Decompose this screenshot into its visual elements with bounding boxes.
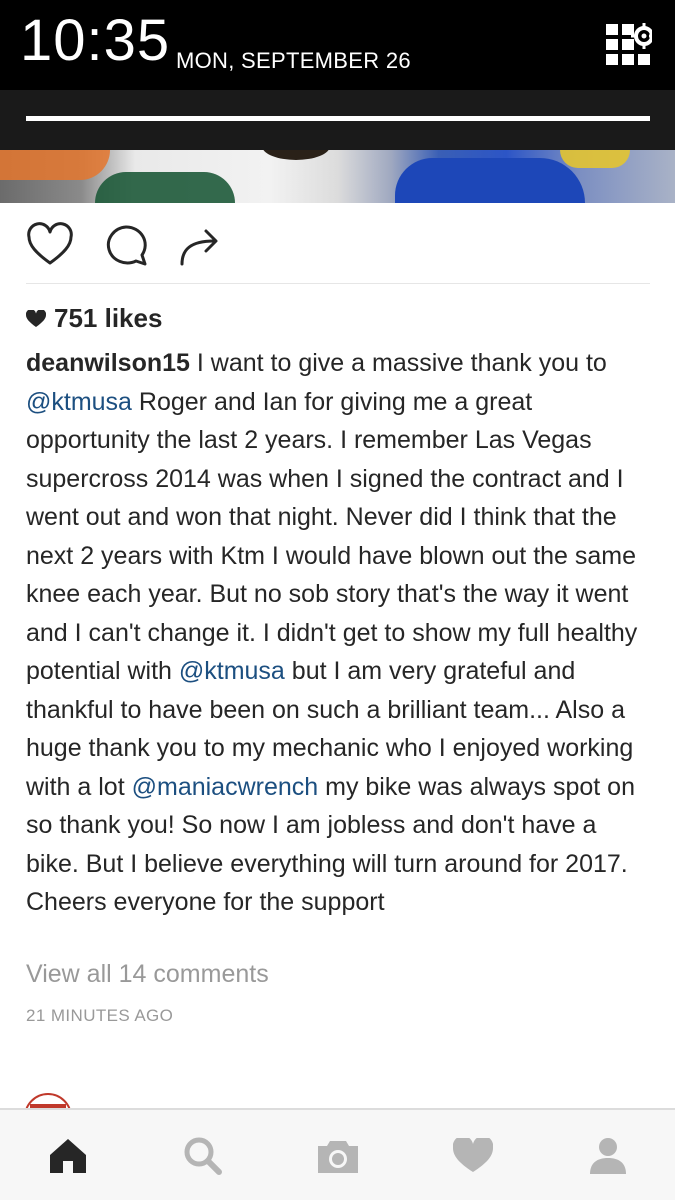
mention-link[interactable]: @ktmusa — [26, 388, 132, 416]
heart-filled-icon — [26, 309, 46, 327]
tab-camera[interactable] — [270, 1110, 405, 1200]
heart-icon — [452, 1138, 493, 1172]
tab-home[interactable] — [0, 1110, 135, 1200]
clock-date: MON, SEPTEMBER 26 — [176, 48, 411, 73]
clock-time: 10:35 — [20, 8, 171, 73]
post-photo[interactable] — [0, 150, 675, 203]
comment-bubble-icon[interactable] — [102, 222, 150, 270]
tab-profile[interactable] — [540, 1110, 675, 1200]
post-timestamp: 21 MINUTES AGO — [26, 1006, 174, 1025]
next-post-avatar[interactable] — [24, 1093, 72, 1109]
likes-label: 751 likes — [54, 303, 163, 333]
caption-text: Roger and Ian for giving me a great oppo… — [26, 387, 638, 686]
tab-search[interactable] — [135, 1110, 270, 1200]
post-caption: deanwilson15 I want to give a massive th… — [26, 344, 650, 922]
grid-gear-icon[interactable] — [604, 22, 652, 68]
camera-icon — [317, 1141, 358, 1173]
home-icon — [49, 1139, 86, 1173]
likes-count[interactable]: 751 likes — [26, 303, 162, 334]
avatar — [24, 1093, 72, 1109]
bottom-tab-bar — [0, 1108, 675, 1200]
story-progress-strip — [0, 90, 675, 150]
progress-track — [26, 116, 650, 121]
view-comments-link[interactable]: View all 14 comments — [26, 960, 269, 989]
post-actions — [26, 222, 650, 282]
divider — [26, 283, 650, 284]
status-bar: 10:35 MON, SEPTEMBER 26 — [0, 0, 675, 90]
share-arrow-icon[interactable] — [176, 222, 224, 270]
caption-username[interactable]: deanwilson15 — [26, 349, 190, 377]
tab-activity[interactable] — [405, 1110, 540, 1200]
profile-icon — [589, 1138, 626, 1174]
caption-text: I want to give a massive thank you to — [189, 349, 607, 377]
heart-outline-icon[interactable] — [26, 222, 74, 270]
search-icon — [184, 1137, 222, 1175]
mention-link[interactable]: @ktmusa — [179, 657, 285, 685]
mention-link[interactable]: @maniacwrench — [132, 773, 319, 801]
